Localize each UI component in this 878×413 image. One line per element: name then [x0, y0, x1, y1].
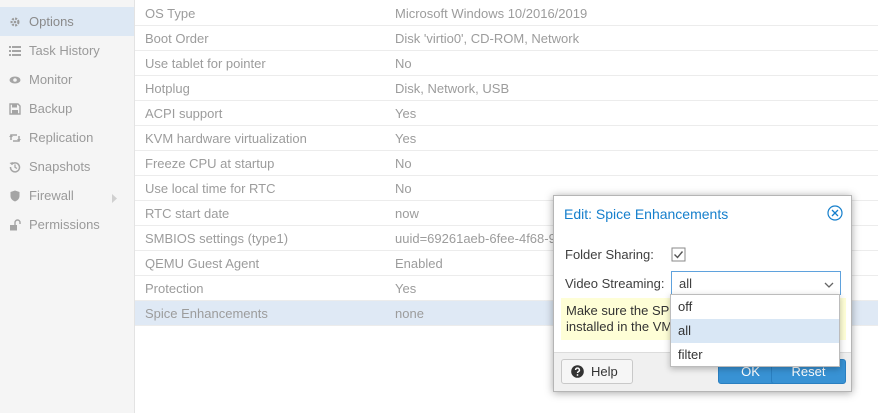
table-row[interactable]: KVM hardware virtualization Yes	[135, 126, 878, 151]
folder-sharing-label: Folder Sharing:	[565, 247, 654, 262]
option-value: Enabled	[395, 256, 443, 271]
option-key: KVM hardware virtualization	[145, 131, 307, 146]
table-row[interactable]: Freeze CPU at startup No	[135, 151, 878, 176]
option-key: Protection	[145, 281, 204, 296]
option-key: ACPI support	[145, 106, 223, 121]
option-value: now	[395, 206, 419, 221]
option-key: RTC start date	[145, 206, 230, 221]
option-key: Boot Order	[145, 31, 209, 46]
close-icon[interactable]	[827, 205, 843, 221]
option-value: No	[395, 156, 412, 171]
sidebar-item-label: Firewall	[29, 188, 74, 203]
sidebar-item-options[interactable]: Options	[0, 7, 134, 36]
option-value: Microsoft Windows 10/2016/2019	[395, 6, 588, 21]
folder-sharing-checkbox[interactable]	[671, 247, 686, 262]
help-button[interactable]: Help	[561, 359, 633, 384]
option-value: Yes	[395, 106, 417, 121]
sidebar-item-label: Backup	[29, 101, 73, 116]
dropdown-option-filter[interactable]: filter	[671, 343, 839, 367]
option-key: Use local time for RTC	[145, 181, 276, 196]
video-streaming-select[interactable]: all	[671, 271, 841, 295]
chevron-right-icon	[112, 191, 118, 206]
sidebar-item-monitor[interactable]: Monitor	[0, 65, 134, 94]
table-row[interactable]: Use tablet for pointer No	[135, 51, 878, 76]
help-label: Help	[591, 364, 618, 379]
option-value: Disk 'virtio0', CD-ROM, Network	[395, 31, 580, 46]
option-key: SMBIOS settings (type1)	[145, 231, 289, 246]
sidebar-item-replication[interactable]: Replication	[0, 123, 134, 152]
sidebar-item-label: Monitor	[29, 72, 73, 87]
video-streaming-dropdown: off all filter	[670, 294, 840, 367]
option-key: OS Type	[145, 6, 196, 21]
option-value: none	[395, 306, 424, 321]
dialog-title: Edit: Spice Enhancements	[564, 206, 729, 222]
option-value: uuid=69261aeb-6fee-4f68-92	[395, 231, 564, 246]
sidebar-item-label: Replication	[29, 130, 94, 145]
option-key: Spice Enhancements	[145, 306, 268, 321]
sidebar-item-label: Permissions	[29, 217, 100, 232]
sidebar-item-backup[interactable]: Backup	[0, 94, 134, 123]
sidebar-item-label: Task History	[29, 43, 100, 58]
sidebar-item-label: Snapshots	[29, 159, 91, 174]
sidebar-item-firewall[interactable]: Firewall	[0, 181, 134, 210]
option-value: Yes	[395, 131, 417, 146]
sidebar-item-permissions[interactable]: Permissions	[0, 210, 134, 239]
list-icon	[8, 44, 21, 57]
option-value: No	[395, 181, 412, 196]
dropdown-option-all[interactable]: all	[671, 319, 839, 343]
table-row[interactable]: Hotplug Disk, Network, USB	[135, 76, 878, 101]
option-value: Yes	[395, 281, 417, 296]
shield-icon	[8, 189, 21, 202]
option-key: Hotplug	[145, 81, 190, 96]
sidebar-item-task-history[interactable]: Task History	[0, 36, 134, 65]
sidebar-item-label: Options	[29, 14, 74, 29]
sidebar-item-snapshots[interactable]: Snapshots	[0, 152, 134, 181]
video-streaming-value: all	[679, 276, 693, 291]
option-value: Disk, Network, USB	[395, 81, 510, 96]
table-row[interactable]: ACPI support Yes	[135, 101, 878, 126]
dropdown-option-off[interactable]: off	[671, 295, 839, 319]
question-circle-icon	[571, 365, 584, 378]
retweet-icon	[8, 131, 21, 144]
unlock-icon	[8, 218, 21, 231]
chevron-down-icon[interactable]	[824, 278, 834, 288]
option-key: QEMU Guest Agent	[145, 256, 260, 271]
table-row[interactable]: Boot Order Disk 'virtio0', CD-ROM, Networ…	[135, 26, 878, 51]
table-row[interactable]: OS Type Microsoft Windows 10/2016/2019	[135, 1, 878, 26]
sidebar: Options Task History Monitor Backup Repl…	[0, 0, 135, 413]
video-streaming-label: Video Streaming:	[565, 276, 665, 291]
gear-icon	[8, 15, 21, 28]
option-key: Freeze CPU at startup	[145, 156, 275, 171]
option-key: Use tablet for pointer	[145, 56, 266, 71]
floppy-icon	[8, 102, 21, 115]
eye-icon	[8, 73, 21, 86]
option-value: No	[395, 56, 412, 71]
history-icon	[8, 160, 21, 173]
